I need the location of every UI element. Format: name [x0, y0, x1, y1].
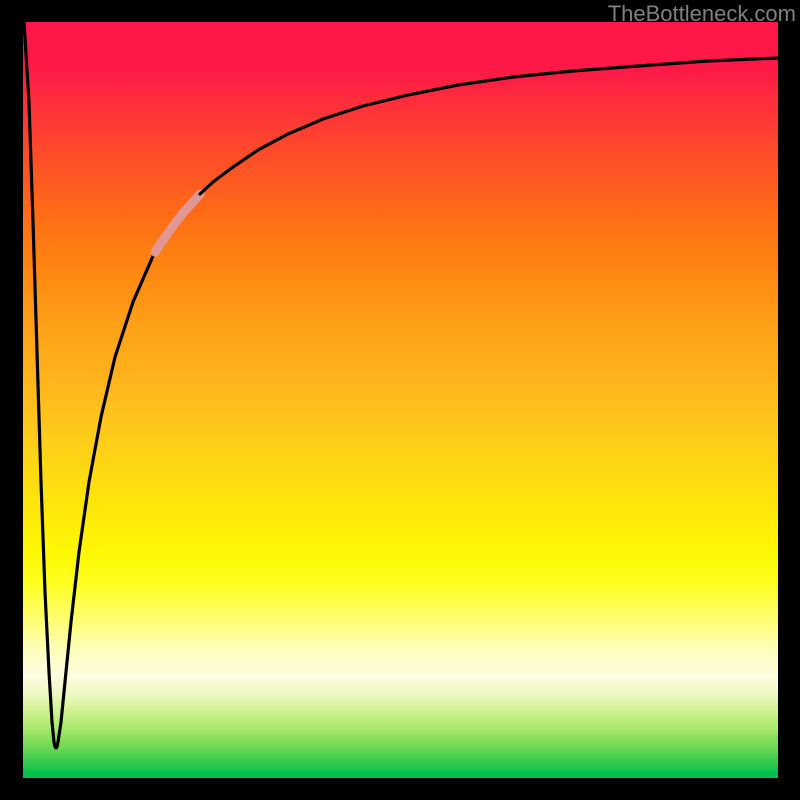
curve-highlight-segment — [155, 194, 200, 252]
watermark-text: TheBottleneck.com — [608, 1, 796, 27]
chart-frame: TheBottleneck.com — [0, 0, 800, 800]
plot-area — [23, 22, 778, 778]
curve-right-branch — [200, 58, 778, 194]
curve-left-branch — [24, 22, 155, 748]
curve-layer — [23, 22, 778, 778]
